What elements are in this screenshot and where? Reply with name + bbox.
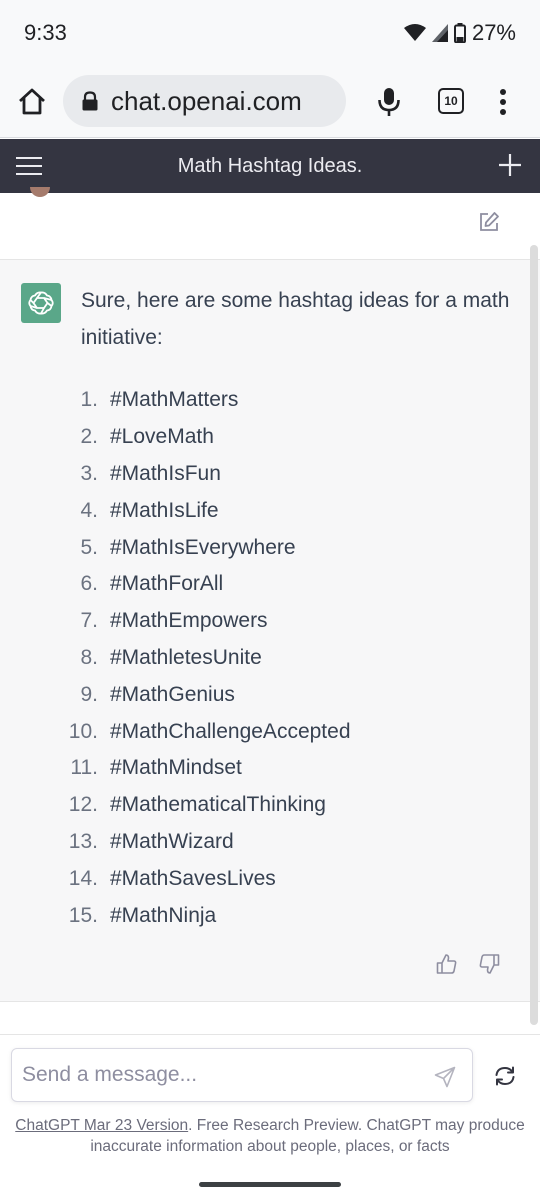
home-icon[interactable]: [16, 86, 48, 118]
message-input[interactable]: [11, 1048, 473, 1102]
address-bar[interactable]: chat.openai.com: [63, 75, 346, 127]
list-item: 6. #MathForAll: [60, 566, 351, 603]
list-item-number: 11.: [70, 756, 98, 780]
user-avatar: [30, 187, 50, 197]
status-icons: 27%: [403, 20, 516, 46]
list-item: 5. #MathIsEverywhere: [60, 529, 351, 566]
list-item-number: 7.: [80, 609, 98, 633]
url-text: chat.openai.com: [111, 85, 302, 116]
list-item-number: 6.: [80, 572, 98, 596]
tab-switcher-button[interactable]: 10: [438, 88, 464, 114]
hashtag-text: #MathIsEverywhere: [110, 535, 296, 559]
hashtag-text: #MathMindset: [110, 756, 242, 780]
hashtag-text: #MathIsFun: [110, 461, 221, 485]
hashtag-text: #MathIsLife: [110, 498, 219, 522]
thumbs-down-icon[interactable]: [478, 953, 500, 975]
list-item-number: 3.: [80, 461, 98, 485]
overflow-menu-icon[interactable]: [494, 86, 512, 118]
list-item: 12. #MathematicalThinking: [60, 787, 351, 824]
hashtag-text: #MathSavesLives: [110, 866, 276, 890]
wifi-icon: [403, 24, 426, 42]
user-message: [0, 187, 540, 260]
list-item-number: 5.: [80, 535, 98, 559]
new-chat-icon[interactable]: [498, 153, 522, 177]
status-bar: 9:33 27%: [0, 0, 540, 64]
browser-toolbar: chat.openai.com 10: [0, 64, 540, 138]
hashtag-text: #MathematicalThinking: [110, 793, 326, 817]
list-item-number: 1.: [80, 388, 98, 412]
hashtag-text: #MathForAll: [110, 572, 224, 596]
regenerate-icon[interactable]: [493, 1064, 517, 1088]
list-item: 9. #MathGenius: [60, 676, 351, 713]
microphone-icon[interactable]: [377, 86, 401, 118]
hashtag-text: #MathWizard: [110, 829, 234, 853]
hashtag-text: #LoveMath: [110, 425, 214, 449]
list-item-number: 10.: [68, 719, 98, 743]
list-item: 10. #MathChallengeAccepted: [60, 713, 351, 750]
hashtag-list: 1. #MathMatters 2. #LoveMath 3. #MathIsFun 4. #…: [60, 382, 351, 934]
composer: ChatGPT Mar 23 Version. Free Research Pr…: [0, 1034, 540, 1168]
edit-icon[interactable]: [478, 211, 500, 233]
assistant-intro-text: Sure, here are some hashtag ideas for a …: [81, 289, 510, 349]
hashtag-text: #MathChallengeAccepted: [110, 719, 351, 743]
list-item: 15. #MathNinja: [60, 897, 351, 934]
chat-title: Math Hashtag Ideas.: [177, 154, 363, 177]
list-item: 1. #MathMatters: [60, 382, 351, 419]
send-icon[interactable]: [434, 1066, 456, 1088]
navigation-bar: [0, 1168, 540, 1200]
list-item: 3. #MathIsFun: [60, 456, 351, 493]
list-item: 8. #MathletesUnite: [60, 640, 351, 677]
chat-header: Math Hashtag Ideas.: [0, 139, 540, 193]
menu-icon[interactable]: [16, 154, 42, 178]
battery-percent: 27%: [471, 20, 516, 45]
hashtag-text: #MathGenius: [110, 682, 235, 706]
list-item-number: 2.: [80, 425, 98, 449]
list-item-number: 9.: [80, 682, 98, 706]
assistant-message: Sure, here are some hashtag ideas for a …: [0, 260, 540, 1002]
version-link[interactable]: ChatGPT Mar 23 Version: [15, 1117, 188, 1134]
list-item-number: 8.: [80, 645, 98, 669]
hashtag-text: #MathMatters: [110, 388, 239, 412]
hashtag-text: #MathEmpowers: [110, 609, 268, 633]
hashtag-text: #MathletesUnite: [110, 645, 262, 669]
list-item: 2. #LoveMath: [60, 419, 351, 456]
lock-icon: [81, 91, 99, 111]
status-time: 9:33: [24, 20, 67, 45]
list-item: 4. #MathIsLife: [60, 492, 351, 529]
signal-icon: [431, 24, 448, 42]
scrollbar[interactable]: [530, 245, 538, 1025]
list-item-number: 14.: [68, 866, 98, 890]
disclaimer-text: ChatGPT Mar 23 Version. Free Research Pr…: [10, 1115, 530, 1157]
hashtag-text: #MathNinja: [110, 903, 217, 927]
list-item-number: 4.: [80, 498, 98, 522]
list-item-number: 13.: [68, 829, 98, 853]
battery-icon: [453, 23, 466, 43]
list-item-number: 15.: [68, 903, 98, 927]
chatgpt-logo-icon: [21, 283, 61, 323]
thumbs-up-icon[interactable]: [436, 953, 458, 975]
list-item-number: 12.: [68, 793, 98, 817]
list-item: 7. #MathEmpowers: [60, 603, 351, 640]
gesture-handle[interactable]: [199, 1182, 341, 1187]
list-item: 11. #MathMindset: [60, 750, 351, 787]
list-item: 14. #MathSavesLives: [60, 860, 351, 897]
list-item: 13. #MathWizard: [60, 824, 351, 861]
